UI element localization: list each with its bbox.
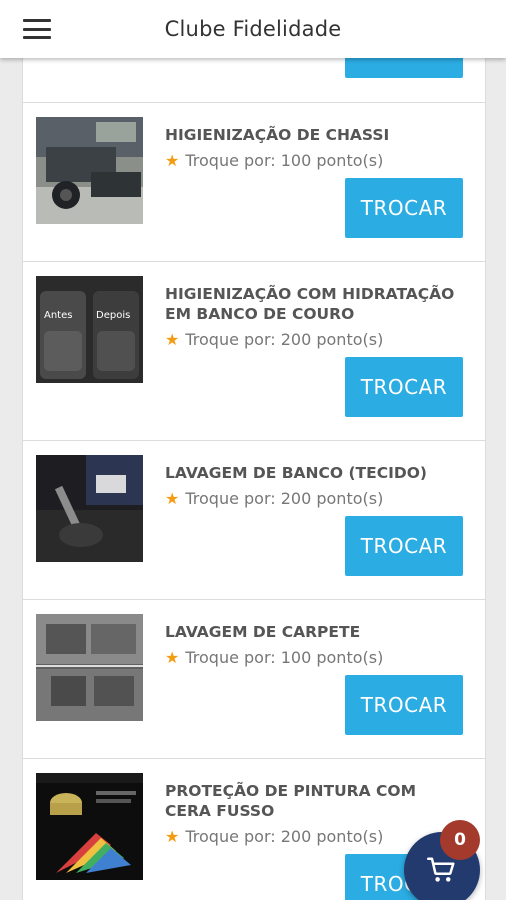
item-image	[36, 117, 143, 224]
item-title: HIGIENIZAÇÃO COM HIDRATAÇÃO EM BANCO DE …	[165, 285, 455, 323]
app-root: TROCAR HIGIENIZAÇÃO DE CHASSI ★ Tro	[0, 0, 506, 900]
item-points: ★ Troque por: 200 ponto(s)	[165, 489, 383, 508]
item-image	[36, 455, 143, 562]
item-points: ★ Troque por: 200 ponto(s)	[165, 330, 383, 349]
star-icon: ★	[165, 488, 180, 508]
item-points: ★ Troque por: 100 ponto(s)	[165, 151, 383, 170]
item-title: LAVAGEM DE CARPETE	[165, 623, 361, 641]
before-label: Antes	[44, 310, 72, 321]
points-label: Troque por: 100 ponto(s)	[185, 151, 384, 170]
cart-count-badge: 0	[440, 820, 480, 860]
points-label: Troque por: 100 ponto(s)	[185, 648, 384, 667]
trocar-button[interactable]: TROCAR	[345, 516, 463, 576]
star-icon: ★	[165, 826, 180, 846]
item-image: Antes Depois	[36, 276, 143, 383]
list-item: Antes Depois HIGIENIZAÇÃO COM HIDRATAÇÃO…	[23, 262, 485, 441]
star-icon: ★	[165, 329, 180, 349]
star-icon: ★	[165, 150, 180, 170]
points-label: Troque por: 200 ponto(s)	[185, 330, 384, 349]
item-title: PROTEÇÃO DE PINTURA COM CERA FUSSO	[165, 782, 416, 820]
after-label: Depois	[96, 310, 130, 321]
list-item: LAVAGEM DE BANCO (TECIDO) ★ Troque por: …	[23, 441, 485, 600]
points-label: Troque por: 200 ponto(s)	[185, 489, 384, 508]
item-points: ★ Troque por: 200 ponto(s)	[165, 827, 383, 846]
item-title: HIGIENIZAÇÃO DE CHASSI	[165, 126, 390, 144]
item-points: ★ Troque por: 100 ponto(s)	[165, 648, 383, 667]
page-title: Clube Fidelidade	[164, 17, 342, 41]
app-header: Clube Fidelidade	[0, 0, 506, 58]
trocar-button[interactable]: TROCAR	[345, 357, 463, 417]
star-icon: ★	[165, 647, 180, 667]
list-item: HIGIENIZAÇÃO DE CHASSI ★ Troque por: 100…	[23, 103, 485, 262]
list-item: LAVAGEM DE CARPETE ★ Troque por: 100 pon…	[23, 600, 485, 759]
points-label: Troque por: 200 ponto(s)	[185, 827, 384, 846]
item-image	[36, 614, 143, 721]
rewards-list[interactable]: TROCAR HIGIENIZAÇÃO DE CHASSI ★ Tro	[22, 0, 486, 900]
item-title: LAVAGEM DE BANCO (TECIDO)	[165, 464, 427, 482]
cart-icon	[427, 857, 455, 882]
hamburger-icon[interactable]	[20, 16, 54, 42]
trocar-button[interactable]: TROCAR	[345, 178, 463, 238]
item-image	[36, 773, 143, 880]
trocar-button[interactable]: TROCAR	[345, 675, 463, 735]
